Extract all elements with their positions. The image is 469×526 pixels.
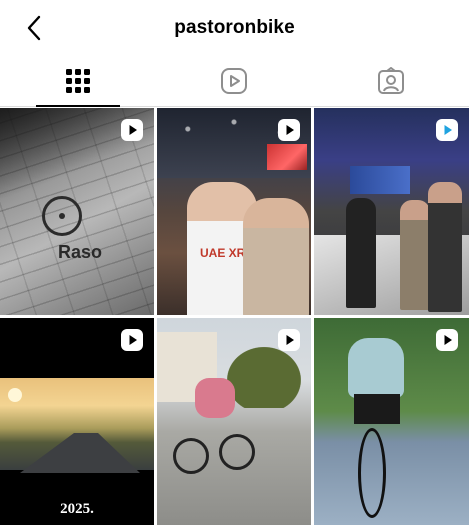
bike-wheel [173,438,209,474]
person [346,198,376,308]
back-button[interactable] [18,12,50,44]
grid-item[interactable]: UAE XRG [157,108,311,315]
sun [8,388,22,402]
reel-icon [121,119,143,141]
posts-grid: Raso UAE XRG 2025. [0,108,469,526]
person [428,182,462,312]
reel-icon [436,329,458,351]
sunset-photo [0,378,154,473]
tab-tagged[interactable] [313,56,469,106]
reel-icon [121,329,143,351]
person-right [243,198,309,315]
profile-header: pastoronbike [0,0,469,56]
bike-wheel [358,428,386,518]
cyclist [195,378,235,418]
username-title: pastoronbike [174,17,295,38]
grid-item[interactable]: Raso [0,108,154,315]
grid-icon [66,69,91,93]
reels-icon [221,68,248,94]
logo-mark [42,196,82,236]
tab-posts[interactable] [0,56,156,107]
bike-wheel [219,434,255,470]
profile-tabs [0,56,469,107]
grid-item[interactable]: 2025. [0,318,154,525]
tab-reels[interactable] [156,56,312,106]
grid-item[interactable] [314,318,469,525]
stage-screen [350,166,410,194]
reel-icon [278,329,300,351]
overlay-text: Raso [58,242,103,262]
reel-blue-icon [436,119,458,141]
overlay-text: 2025. [60,501,94,517]
grid-item[interactable] [157,318,311,525]
stage-screen [267,144,307,170]
chevron-left-icon [27,15,41,41]
person [400,200,430,310]
road [20,433,140,473]
tagged-icon [377,67,404,94]
cyclist-shorts [354,394,400,424]
cyclist [348,338,404,398]
grid-item[interactable] [314,108,469,315]
reel-icon [278,119,300,141]
